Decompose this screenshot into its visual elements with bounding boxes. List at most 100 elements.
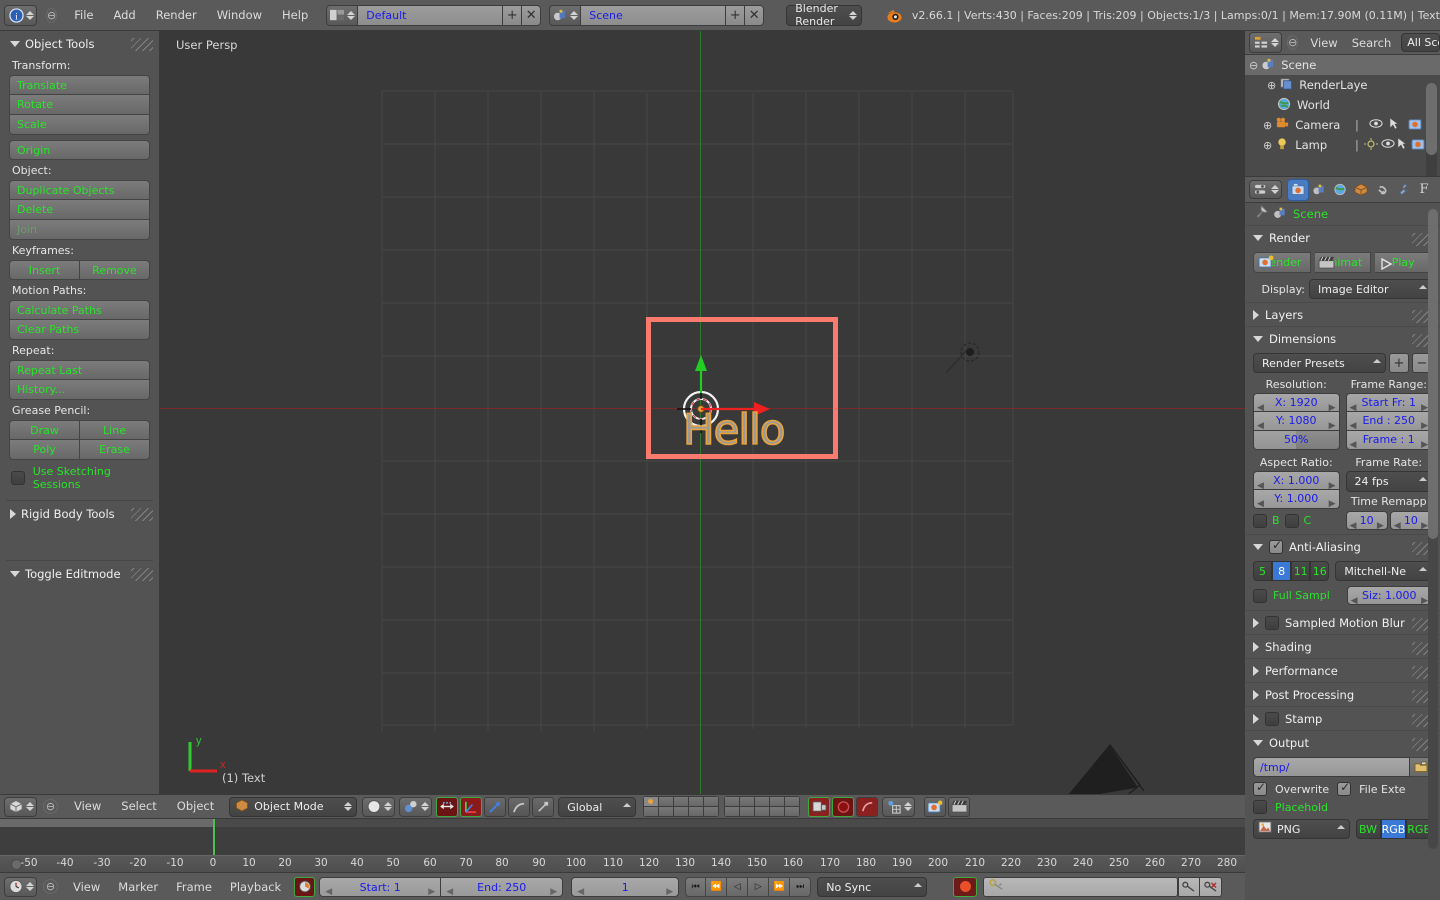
- scene-name-value[interactable]: Scene: [581, 4, 727, 26]
- timeline-menu-frame[interactable]: Frame: [167, 873, 221, 900]
- sync-mode-select[interactable]: No Sync: [817, 876, 928, 897]
- layer-1[interactable]: [644, 797, 659, 806]
- delete-scene-button[interactable]: ✕: [745, 4, 765, 26]
- outliner-menu-search[interactable]: Search: [1345, 31, 1399, 55]
- end-frame-field[interactable]: ◀ End: 250 ▶: [441, 876, 564, 897]
- timeline-editor-type-selector[interactable]: [4, 876, 37, 897]
- time-remap-new-field[interactable]: ◀ 10 ▶: [1389, 511, 1432, 530]
- outliner-display-filter[interactable]: All Sce: [1401, 33, 1440, 52]
- performance-panel-header[interactable]: Performance: [1245, 658, 1440, 682]
- layer-13[interactable]: [674, 807, 689, 816]
- menu-add[interactable]: Add: [103, 0, 145, 31]
- frame-rate-select[interactable]: 24 fps: [1345, 471, 1432, 492]
- layers-panel-header[interactable]: Layers: [1245, 302, 1440, 326]
- lamp-visibility-eye-icon[interactable]: [1381, 138, 1395, 152]
- next-keyframe-button[interactable]: ⏩: [769, 876, 791, 897]
- timeline-menu-playback[interactable]: Playback: [221, 873, 290, 900]
- layer-14[interactable]: [689, 807, 704, 816]
- time-remap-old-field[interactable]: ◀ 10 ▶: [1345, 511, 1388, 530]
- camera-visibility-eye-icon[interactable]: [1369, 118, 1383, 132]
- delete-button[interactable]: Delete: [9, 200, 150, 220]
- interaction-mode-select[interactable]: Object Mode: [229, 796, 358, 817]
- aa-size-field[interactable]: ◀ Siz: 1.000 ▶: [1346, 586, 1432, 605]
- scene-layers-group-1[interactable]: [643, 796, 720, 817]
- aa-samples-8[interactable]: 8: [1272, 561, 1292, 581]
- color-mode-bw[interactable]: BW: [1355, 819, 1381, 839]
- properties-tab-scene[interactable]: [1309, 180, 1329, 200]
- viewport-menu-view[interactable]: View: [64, 794, 111, 819]
- render-animation-button[interactable]: Animat: [1314, 252, 1372, 273]
- play-button[interactable]: ▷: [748, 876, 770, 897]
- outliner-row-lamp[interactable]: ⊕ Lamp |: [1245, 135, 1440, 155]
- file-extensions-checkbox[interactable]: [1337, 780, 1352, 796]
- lamp-data-icon[interactable]: [1364, 137, 1378, 153]
- timeline-menu-marker[interactable]: Marker: [109, 873, 167, 900]
- full-sample-group[interactable]: Full Sampl: [1253, 588, 1341, 603]
- display-mode-select[interactable]: Image Editor: [1309, 279, 1432, 299]
- placeholder-checkbox[interactable]: [1253, 800, 1267, 814]
- resolution-percentage-field[interactable]: 50%: [1253, 431, 1340, 450]
- add-screen-layout-button[interactable]: +: [503, 4, 523, 26]
- scale-button[interactable]: Scale: [9, 115, 150, 135]
- manipulator-extra-button[interactable]: [532, 796, 555, 817]
- properties-tab-render[interactable]: [1288, 179, 1308, 200]
- layer-5[interactable]: [704, 797, 719, 806]
- proportional-edit-button[interactable]: [856, 796, 879, 817]
- layer-16[interactable]: [725, 807, 740, 816]
- origin-button[interactable]: Origin: [9, 140, 150, 160]
- auto-keyframe-icon[interactable]: [294, 876, 316, 897]
- outliner-row-camera[interactable]: ⊕ Camera |: [1245, 115, 1440, 135]
- insert-keyframe-button[interactable]: Insert: [9, 260, 80, 280]
- output-panel-header[interactable]: Output: [1245, 730, 1440, 754]
- text-object-hello[interactable]: Hello: [682, 404, 786, 455]
- play-rendered-animation-button[interactable]: Play: [1375, 252, 1433, 273]
- record-icon[interactable]: [953, 876, 978, 897]
- add-render-preset-button[interactable]: +: [1389, 353, 1409, 373]
- output-path-field[interactable]: /tmp/: [1253, 757, 1410, 777]
- layer-4[interactable]: [689, 797, 704, 806]
- timeline-playhead[interactable]: [213, 819, 215, 855]
- viewport-shading-select[interactable]: [362, 796, 396, 817]
- scene-layers-group-2[interactable]: [724, 796, 801, 817]
- layer-7[interactable]: [740, 797, 755, 806]
- previous-keyframe-button[interactable]: ⏪: [706, 876, 728, 897]
- collapse-menu-icon[interactable]: ⊖: [43, 879, 58, 894]
- properties-tab-object[interactable]: [1351, 180, 1371, 200]
- screen-layout-value[interactable]: Default: [358, 4, 504, 26]
- properties-editor-type-selector[interactable]: [1249, 180, 1282, 199]
- viewport-editor-type-selector[interactable]: [4, 796, 37, 817]
- duplicate-objects-button[interactable]: Duplicate Objects: [9, 180, 150, 200]
- layer-15[interactable]: [704, 807, 719, 816]
- current-frame-field[interactable]: ◀ 1 ▶: [571, 876, 680, 897]
- layer-2[interactable]: [659, 797, 674, 806]
- expander-plus-icon[interactable]: ⊕: [1263, 139, 1272, 152]
- viewport-menu-select[interactable]: Select: [111, 794, 166, 819]
- lamp-object[interactable]: [946, 341, 992, 385]
- properties-tab-modifiers[interactable]: [1393, 180, 1413, 200]
- timeline-horizontal-scrollbar[interactable]: [0, 819, 1245, 827]
- camera-renderable-icon[interactable]: [1408, 118, 1422, 133]
- layer-12[interactable]: [659, 807, 674, 816]
- timeline-track-area[interactable]: [0, 819, 1245, 855]
- layer-18[interactable]: [755, 807, 770, 816]
- history-button[interactable]: History...: [9, 380, 150, 400]
- gp-poly-button[interactable]: Poly: [9, 440, 80, 460]
- antialiasing-panel-header[interactable]: Anti-Aliasing: [1245, 534, 1440, 558]
- aspect-y-field[interactable]: ◀ Y: 1.000 ▶: [1253, 490, 1340, 509]
- render-engine-selector[interactable]: Blender Render: [786, 2, 862, 28]
- jump-to-start-button[interactable]: ⏮: [685, 876, 707, 897]
- lamp-selectable-cursor-icon[interactable]: [1397, 137, 1407, 153]
- screen-layout-icon[interactable]: [326, 4, 359, 26]
- use-sketching-sessions-checkbox[interactable]: [11, 471, 25, 485]
- object-tools-panel-header[interactable]: Object Tools: [0, 31, 159, 55]
- resolution-y-field[interactable]: ◀ Y: 1080 ▶: [1253, 412, 1340, 431]
- layer-8[interactable]: [755, 797, 770, 806]
- frame-start-field[interactable]: ◀ Start Fr: 1 ▶: [1345, 393, 1432, 412]
- render-presets-select[interactable]: Render Presets: [1253, 353, 1386, 373]
- gp-erase-button[interactable]: Erase: [80, 440, 150, 460]
- resolution-x-field[interactable]: ◀ X: 1920 ▶: [1253, 393, 1340, 412]
- collapse-menu-icon[interactable]: ⊖: [46, 7, 58, 23]
- sampled-motion-blur-panel-header[interactable]: Sampled Motion Blur: [1245, 610, 1440, 634]
- transform-orientation-select[interactable]: Global: [558, 796, 637, 817]
- menu-help[interactable]: Help: [272, 0, 318, 31]
